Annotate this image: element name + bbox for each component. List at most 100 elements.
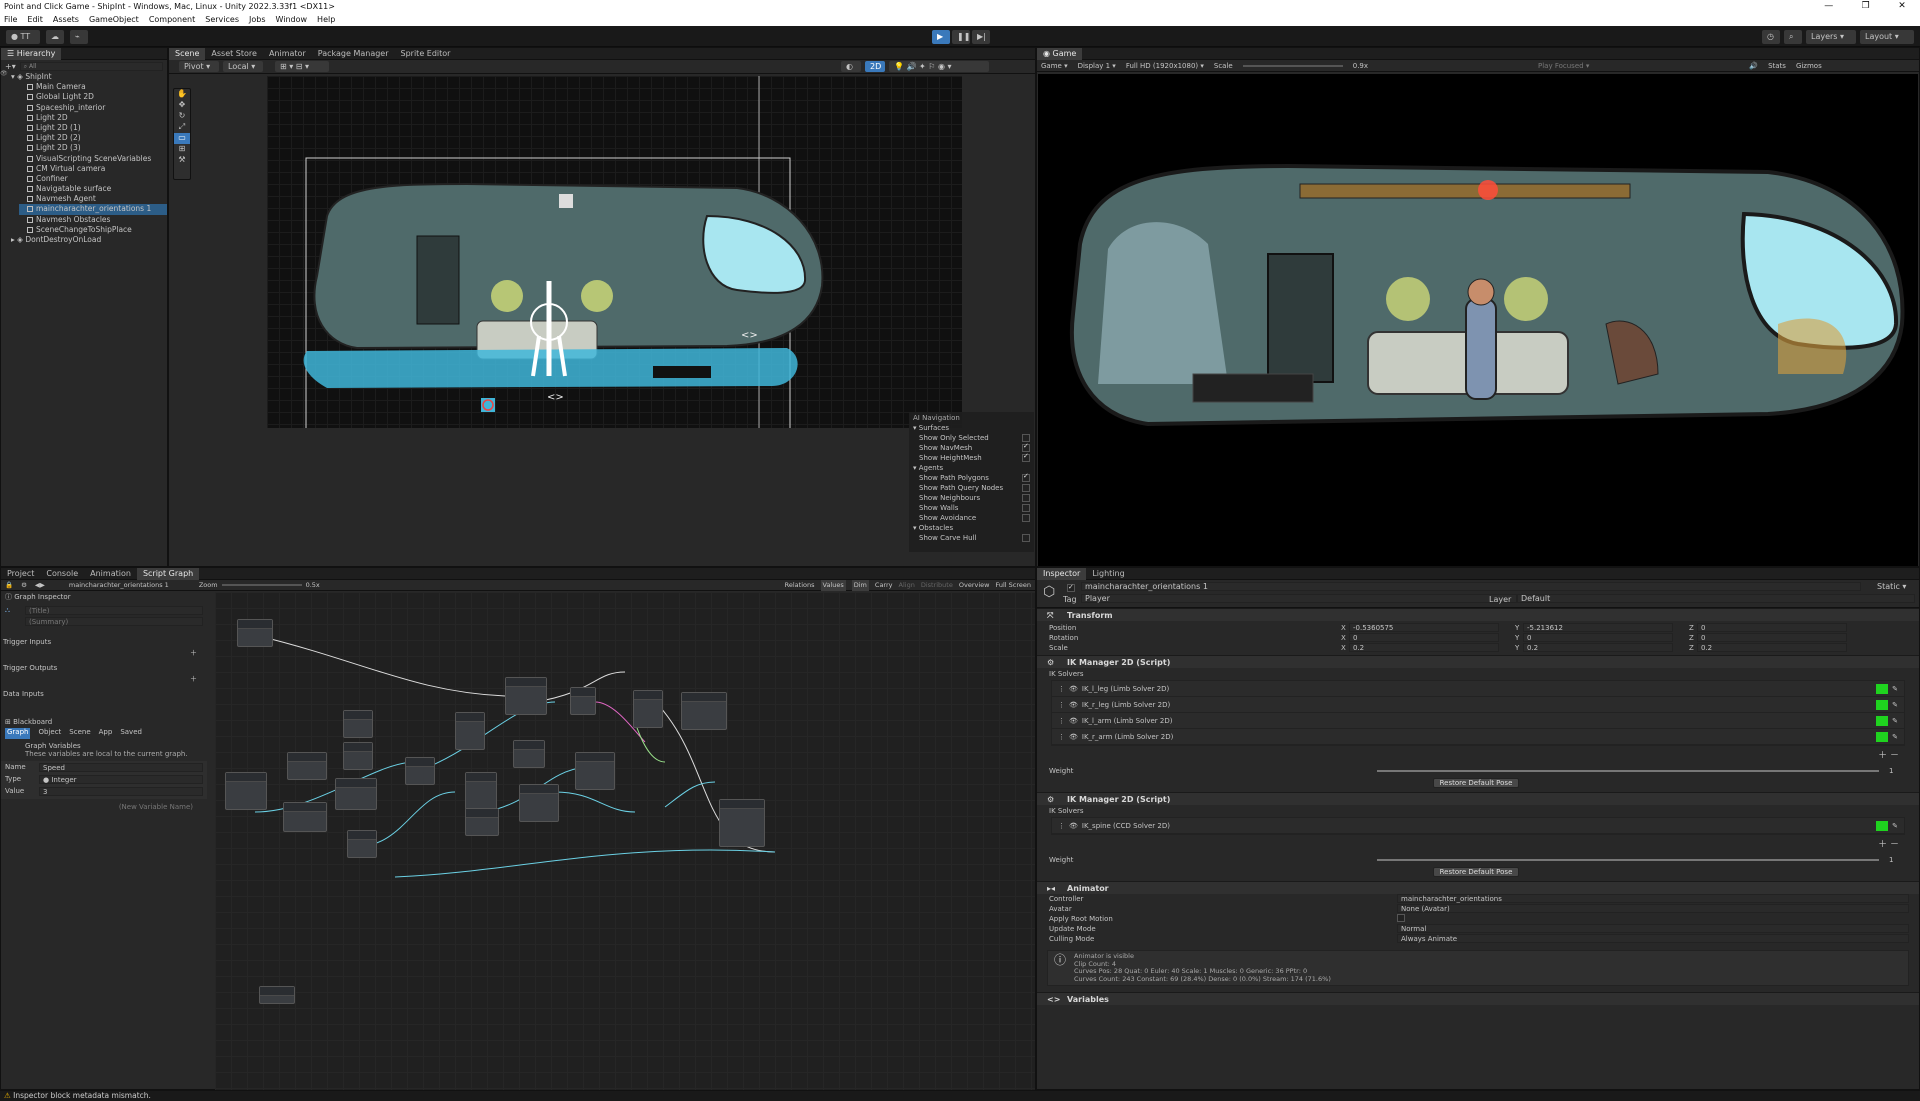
menu-services[interactable]: Services (205, 13, 239, 26)
collab-icon[interactable]: ⌁ (70, 30, 88, 44)
graph-tool-carry[interactable]: Carry (875, 580, 893, 591)
node-get-variable-2[interactable] (335, 778, 377, 810)
edit-icon[interactable]: ✎ (1892, 681, 1898, 697)
weight-value-2[interactable]: 1 (1879, 855, 1919, 865)
graph-back-icon[interactable]: ◀▶ (31, 581, 49, 589)
animator-field[interactable]: None (Avatar) (1397, 904, 1909, 913)
node-get-variable[interactable] (225, 772, 267, 810)
animator-header[interactable]: ▸◂ Animator (1037, 881, 1919, 894)
ik-manager-header[interactable]: ⚙ IK Manager 2D (Script) (1037, 655, 1919, 668)
scene-move-handle-icon-2[interactable]: <> (741, 330, 758, 341)
weight-slider[interactable] (1377, 770, 1879, 772)
graph-breadcrumb[interactable]: maincharachter_orientations 1 (49, 581, 169, 589)
static-toggle[interactable]: Static ▾ (1877, 582, 1906, 591)
agents-foldout[interactable]: ▾ Agents (913, 464, 1030, 474)
rect-tool-icon[interactable]: ▭ (174, 133, 190, 144)
mute-audio-icon[interactable]: 🔊 (1749, 62, 1758, 70)
hierarchy-item[interactable]: Light 2D (19, 113, 167, 123)
ik-solver-row[interactable]: ⋮ 👁 IK_r_arm (Limb Solver 2D) ✎ (1052, 729, 1904, 745)
var-name-input[interactable]: Speed (39, 763, 203, 772)
scene-view-options[interactable]: 💡 🔊 ✦ ⚐ ◉ ▾ (889, 61, 989, 72)
node-branch[interactable] (570, 687, 596, 715)
ik-solver-row[interactable]: ⋮ 👁 IK_l_arm (Limb Solver 2D) ✎ (1052, 713, 1904, 729)
node-transform-position-2[interactable] (287, 752, 327, 780)
tab-animation[interactable]: Animation (84, 568, 137, 580)
blackboard-tab-scene[interactable]: Scene (69, 728, 90, 739)
animator-field[interactable]: Always Animate (1397, 934, 1909, 943)
graph-canvas[interactable] (215, 592, 1035, 1090)
hierarchy-item[interactable]: SceneChangeToShipPlace (19, 225, 167, 235)
play-button[interactable]: ▶ (932, 30, 950, 44)
scale-slider[interactable] (1242, 64, 1343, 67)
hierarchy-item[interactable]: Global Light 2D (19, 92, 167, 102)
hierarchy-item[interactable]: Navmesh Agent (19, 194, 167, 204)
graph-tool-relations[interactable]: Relations (785, 580, 815, 591)
visibility-strip[interactable]: 👁 (0, 70, 8, 110)
graph-settings-icon[interactable]: ⚙ (17, 581, 31, 589)
weight-slider-2[interactable] (1377, 859, 1879, 861)
blackboard-tab-saved[interactable]: Saved (120, 728, 142, 739)
graph-tool-align[interactable]: Align (899, 580, 915, 591)
obstacles-foldout[interactable]: ▾ Obstacles (913, 524, 1030, 534)
menu-jobs[interactable]: Jobs (249, 13, 266, 26)
node-set-float[interactable] (719, 799, 765, 847)
scale-tool-icon[interactable]: ⤢ (174, 122, 190, 133)
ik-solver-add-remove[interactable]: ＋ － (1037, 746, 1919, 766)
resolution-dropdown[interactable]: Full HD (1920x1080) ▾ (1126, 62, 1204, 70)
drag-handle-icon[interactable]: ⋮ (1058, 697, 1065, 713)
nav-option-checkbox[interactable] (1022, 534, 1030, 542)
node-multiply[interactable] (575, 752, 615, 790)
edit-icon[interactable]: ✎ (1892, 713, 1898, 729)
zoom-slider[interactable] (221, 584, 302, 586)
restore-default-pose-button-2[interactable]: Restore Default Pose (1433, 867, 1519, 877)
node-on-update[interactable] (237, 619, 273, 647)
pivot-dropdown[interactable]: Pivot ▾ (179, 61, 219, 72)
layers-dropdown[interactable]: Layers ▾ (1806, 30, 1856, 44)
nav-option[interactable]: Show Path Polygons (913, 474, 1030, 484)
solver-color-swatch[interactable] (1876, 820, 1889, 831)
menu-assets[interactable]: Assets (53, 13, 79, 26)
layout-dropdown[interactable]: Layout ▾ (1860, 30, 1914, 44)
animator-field[interactable]: maincharachter_orientations (1397, 894, 1909, 903)
nav-option[interactable]: Show Neighbours (913, 494, 1030, 504)
lock-icon[interactable]: 🔒 (1, 581, 17, 589)
tab-console[interactable]: Console (40, 568, 84, 580)
object-name-input[interactable]: maincharachter_orientations 1 (1081, 582, 1861, 591)
scene-root[interactable]: ▾ ◈ ShipInt (11, 72, 167, 82)
graph-tool-full-screen[interactable]: Full Screen (995, 580, 1031, 591)
ik-solver-add-remove-2[interactable]: ＋ － (1037, 835, 1919, 855)
node-get-x[interactable] (347, 830, 377, 858)
stats-button[interactable]: Stats (1768, 62, 1786, 70)
nav-option-checkbox[interactable] (1022, 504, 1030, 512)
step-button[interactable]: ▶| (972, 30, 990, 44)
nav-option[interactable]: Show NavMesh (913, 444, 1030, 454)
node-integer[interactable] (465, 772, 497, 810)
custom-tool-icon[interactable]: ⚒ (174, 155, 190, 166)
dont-destroy-root[interactable]: ▸ ◈ DontDestroyOnLoad (11, 235, 167, 245)
graph-tool-overview[interactable]: Overview (959, 580, 990, 591)
minimize-icon[interactable]: — (1824, 0, 1833, 13)
transform-y-field[interactable]: 0.2 (1523, 643, 1673, 652)
ik-solver-row[interactable]: ⋮ 👁 IK_r_leg (Limb Solver 2D) ✎ (1052, 697, 1904, 713)
rotate-tool-icon[interactable]: ↻ (174, 111, 190, 122)
scene-viewport[interactable]: <> <> (267, 76, 962, 431)
scene-move-handle-icon[interactable]: <> (547, 392, 564, 403)
maximize-icon[interactable]: ❐ (1862, 0, 1870, 13)
add-trigger-output-button[interactable]: ＋ (1, 674, 207, 686)
eye-icon[interactable]: 👁 (1065, 697, 1082, 713)
local-dropdown[interactable]: Local ▾ (223, 61, 263, 72)
history-icon[interactable]: ◷ (1762, 30, 1780, 44)
nav-option-checkbox[interactable] (1022, 484, 1030, 492)
tab-hierarchy[interactable]: ☰ Hierarchy (1, 47, 62, 60)
node-vector-get-y[interactable] (343, 742, 373, 770)
nav-option-checkbox[interactable] (1022, 454, 1030, 462)
eye-icon[interactable]: 👁 (1065, 681, 1082, 697)
hierarchy-item[interactable]: maincharachter_orientations 1 (19, 204, 167, 215)
hierarchy-item[interactable]: Light 2D (1) (19, 123, 167, 133)
nav-option[interactable]: Show Path Query Nodes (913, 484, 1030, 494)
hierarchy-item[interactable]: Light 2D (2) (19, 133, 167, 143)
nav-option[interactable]: Show Only Selected (913, 434, 1030, 444)
menu-gameobject[interactable]: GameObject (89, 13, 139, 26)
solver-color-swatch[interactable] (1876, 683, 1889, 694)
eye-icon[interactable]: 👁 (1065, 818, 1082, 834)
